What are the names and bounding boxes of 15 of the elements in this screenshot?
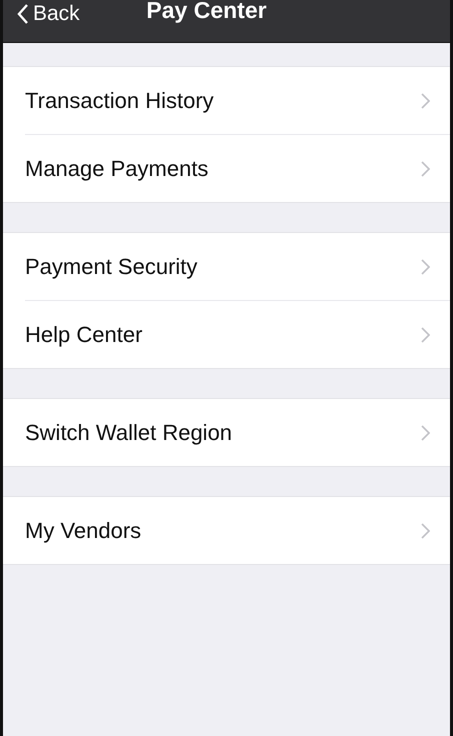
chevron-right-icon xyxy=(421,424,430,440)
chevron-right-icon xyxy=(421,160,430,176)
menu-item[interactable]: Help Center xyxy=(25,300,450,368)
chevron-right-icon xyxy=(421,326,430,342)
menu-item[interactable]: My Vendors xyxy=(3,497,450,564)
chevron-right-icon xyxy=(421,92,430,108)
page-title: Pay Center xyxy=(146,0,267,24)
menu-item[interactable]: Manage Payments xyxy=(25,134,450,202)
menu-item[interactable]: Payment Security xyxy=(3,233,450,300)
back-chevron-icon xyxy=(17,4,29,24)
chevron-right-icon xyxy=(421,522,430,538)
menu-item[interactable]: Transaction History xyxy=(3,67,450,134)
menu-item[interactable]: Switch Wallet Region xyxy=(3,399,450,466)
chevron-right-icon xyxy=(421,258,430,274)
back-button[interactable]: Back xyxy=(3,1,80,27)
